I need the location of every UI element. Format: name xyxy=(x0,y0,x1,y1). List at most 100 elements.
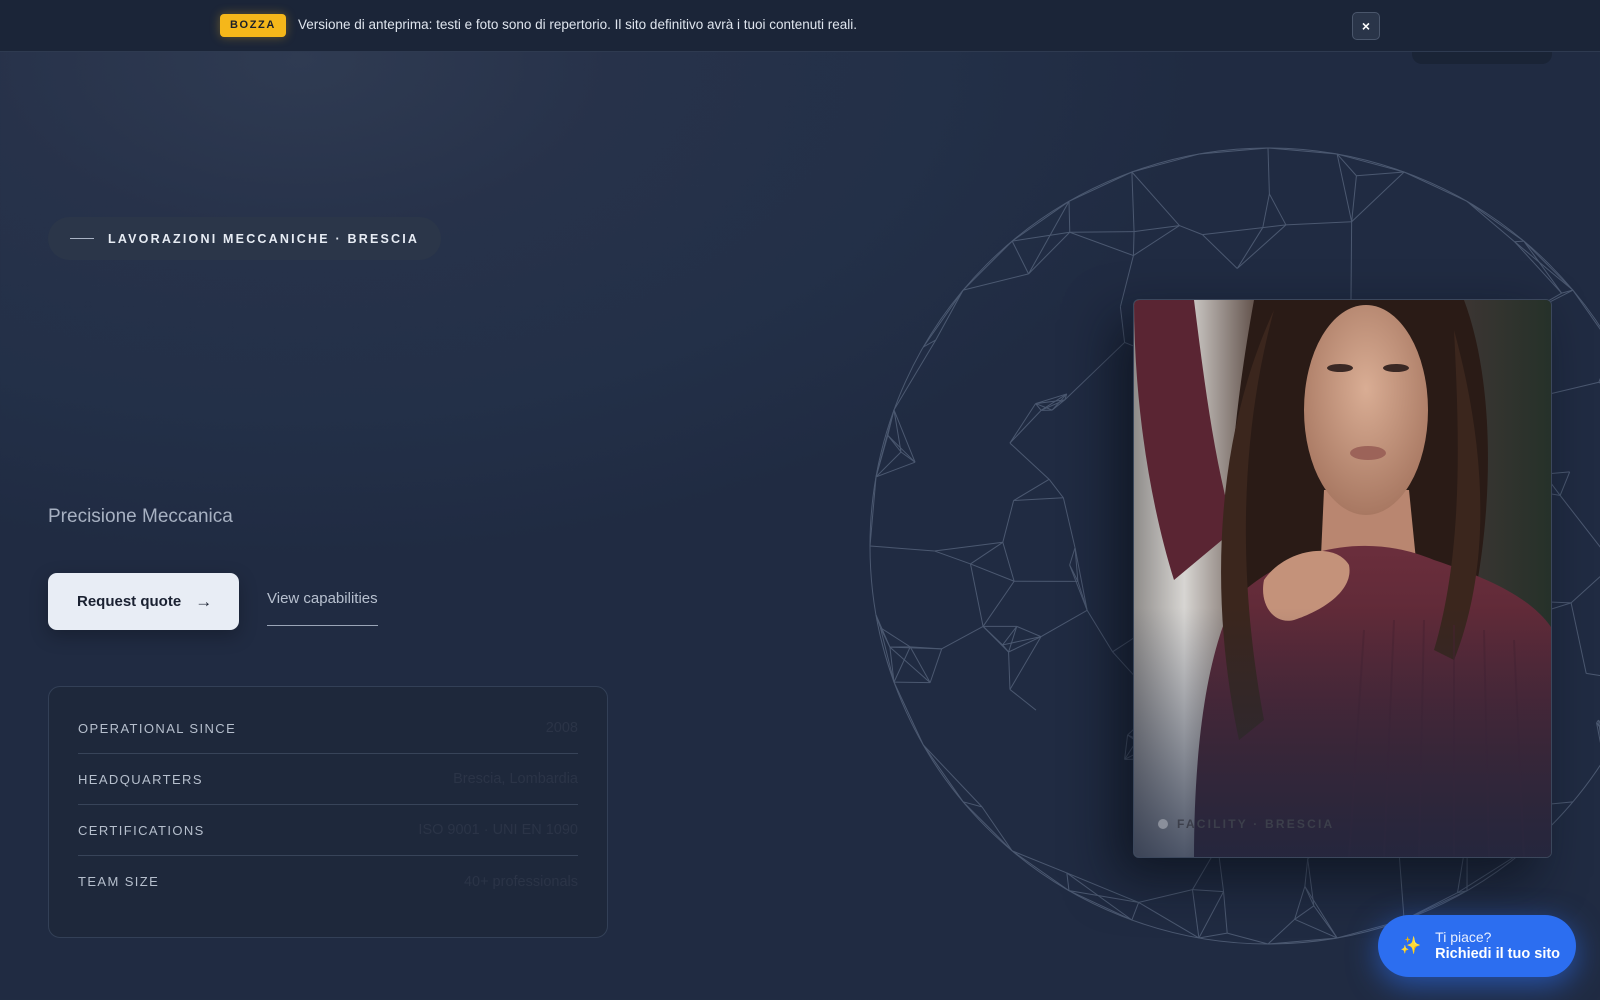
sphere-wire xyxy=(869,476,877,547)
sphere-wire xyxy=(1403,171,1468,202)
hero-photo-card: FACILITY · BRESCIA xyxy=(1133,299,1552,858)
sphere-wire xyxy=(869,545,935,552)
draft-badge: BOZZA xyxy=(220,14,286,37)
draft-banner: BOZZA Versione di anteprima: testi e fot… xyxy=(0,0,1600,52)
eyebrow-text: LAVORAZIONI MECCANICHE · BRESCIA xyxy=(108,231,420,246)
sphere-wire xyxy=(1069,564,1088,611)
sphere-wire xyxy=(1133,225,1180,233)
sphere-wire xyxy=(982,626,1009,653)
sphere-wire xyxy=(1236,224,1287,269)
sphere-wire xyxy=(1198,932,1228,939)
sphere-wire xyxy=(1514,240,1524,243)
sphere-wire xyxy=(922,744,964,803)
sphere-wire xyxy=(1131,902,1140,921)
sphere-wire xyxy=(1202,234,1238,269)
sphere-wire xyxy=(970,563,1015,582)
sphere-wire xyxy=(1559,471,1571,496)
sphere-wire xyxy=(1066,872,1133,921)
sphere-wire xyxy=(1356,171,1405,177)
sphere-wire xyxy=(1013,497,1064,502)
sphere-wire xyxy=(893,339,937,411)
sphere-wire xyxy=(1267,937,1338,945)
sphere-wire xyxy=(1002,542,1015,582)
sphere-wire xyxy=(962,801,1013,852)
sphere-wire xyxy=(887,434,916,463)
caption-text: FACILITY · BRESCIA xyxy=(1177,817,1335,831)
sphere-wire xyxy=(1267,918,1296,945)
sphere-wire xyxy=(981,806,1013,852)
sphere-wire xyxy=(1236,227,1264,269)
caption-dot-icon xyxy=(1158,819,1168,829)
view-capabilities-link[interactable]: View capabilities xyxy=(267,590,378,626)
sphere-wire xyxy=(970,563,984,627)
sphere-wire xyxy=(1514,241,1563,294)
sphere-wire xyxy=(1013,478,1050,501)
sphere-wire xyxy=(1009,409,1042,444)
sphere-wire xyxy=(1570,602,1587,674)
sphere-wire xyxy=(1069,547,1076,566)
sphere-wire xyxy=(1198,891,1224,939)
cta-text: Ti piace? Richiedi il tuo sito xyxy=(1435,929,1560,963)
cta-line-1: Ti piace? xyxy=(1435,929,1492,945)
sphere-wire xyxy=(1062,497,1076,548)
sphere-wire xyxy=(1119,306,1126,343)
request-quote-label: Request quote xyxy=(77,593,182,610)
fact-row: CERTIFICATIONS ISO 9001 · UNI EN 1090 xyxy=(78,805,578,856)
sphere-wire xyxy=(1559,495,1600,548)
sphere-wire xyxy=(1523,240,1574,291)
sphere-wire xyxy=(1009,636,1042,690)
sphere-wire xyxy=(1119,255,1134,307)
sphere-wire xyxy=(929,648,943,683)
sphere-wire xyxy=(1262,193,1270,228)
sphere-wire xyxy=(941,625,984,650)
sphere-wire xyxy=(1285,221,1352,226)
sphere-wire xyxy=(1011,200,1070,242)
sphere-wire xyxy=(1008,626,1018,653)
company-facts-card: OPERATIONAL SINCE 2008 HEADQUARTERS Bres… xyxy=(48,686,608,938)
sphere-wire xyxy=(934,550,971,565)
sphere-wire xyxy=(1336,153,1353,222)
sphere-wire xyxy=(1040,609,1088,638)
request-site-floating-button[interactable]: ✨ Ti piace? Richiedi il tuo sito xyxy=(1378,915,1576,977)
sphere-wire xyxy=(1132,231,1135,256)
sphere-wire xyxy=(1267,147,1338,155)
sphere-wire xyxy=(1223,891,1228,934)
sphere-wire xyxy=(1268,193,1287,226)
fact-value: Brescia, Lombardia xyxy=(453,771,578,787)
sphere-wire xyxy=(1294,905,1315,920)
sphere-wire xyxy=(1008,651,1011,690)
sphere-wire xyxy=(1351,175,1357,222)
sphere-wire xyxy=(1028,231,1071,275)
sphere-wire xyxy=(1466,200,1525,242)
close-banner-button[interactable]: × xyxy=(1352,12,1380,40)
sphere-wire xyxy=(1068,890,1133,921)
sphere-wire xyxy=(1069,231,1134,257)
sphere-wire xyxy=(1016,625,1042,638)
sphere-wire xyxy=(1179,225,1203,236)
photo-caption: FACILITY · BRESCIA xyxy=(1158,817,1334,831)
sphere-wire xyxy=(1131,171,1180,226)
sphere-wire xyxy=(1011,240,1030,275)
sphere-wire xyxy=(1009,689,1037,711)
sphere-wire xyxy=(1267,147,1270,194)
sphere-wire xyxy=(962,273,1029,291)
draft-banner-text: Versione di anteprima: testi e foto sono… xyxy=(298,17,858,32)
sphere-wire xyxy=(1466,200,1515,243)
sphere-wire xyxy=(909,646,931,683)
eyebrow-line-icon xyxy=(70,237,94,240)
sphere-wire xyxy=(1068,171,1133,202)
sphere-wire xyxy=(1523,240,1563,294)
fact-label: OPERATIONAL SINCE xyxy=(78,720,237,736)
sphere-wire xyxy=(893,646,911,683)
hero-eyebrow: LAVORAZIONI MECCANICHE · BRESCIA xyxy=(48,217,442,260)
fact-value: ISO 9001 · UNI EN 1090 xyxy=(418,822,578,838)
fact-value: 2008 xyxy=(545,720,578,736)
sphere-wire xyxy=(1262,224,1287,229)
sphere-wire xyxy=(1572,289,1600,330)
sphere-wire xyxy=(1336,153,1405,173)
sparkles-icon: ✨ xyxy=(1400,936,1422,955)
sphere-wire xyxy=(1192,889,1224,893)
request-quote-button[interactable]: Request quote → xyxy=(48,573,239,630)
sphere-wire xyxy=(875,461,916,478)
sphere-wire xyxy=(1138,901,1200,939)
